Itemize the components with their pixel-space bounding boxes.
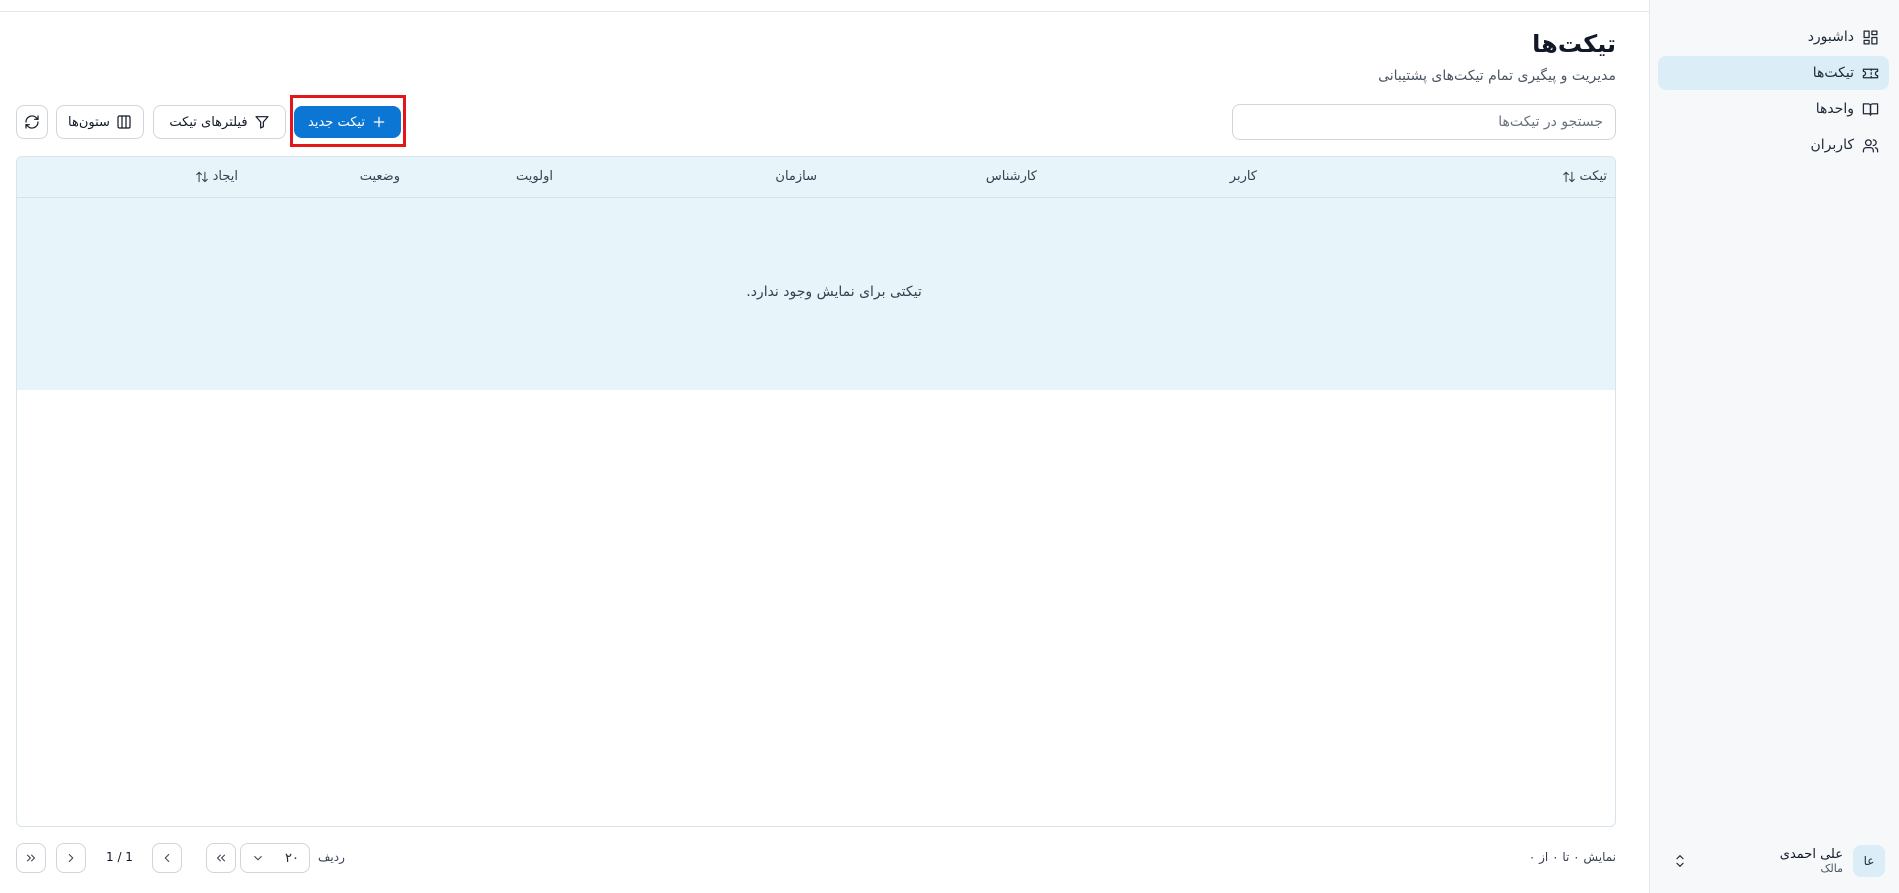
avatar: عا (1853, 845, 1885, 877)
user-name: علی احمدی (1779, 847, 1843, 862)
first-page-button-2[interactable] (206, 843, 236, 873)
chevron-left-icon (164, 853, 170, 863)
page-info: 1 / 1 (106, 850, 133, 864)
page-title: تیکت‌ها (1532, 30, 1616, 58)
book-icon (1862, 102, 1879, 116)
sidebar-item-label: تیکت‌ها (1812, 65, 1854, 81)
sidebar-item-users[interactable]: کاربران (1658, 128, 1889, 162)
sidebar-item-tickets[interactable]: تیکت‌ها (1658, 56, 1889, 90)
sort-icon (195, 171, 208, 182)
column-header-status: وضعیت (359, 169, 400, 184)
refresh-icon (25, 115, 39, 129)
top-bar (0, 0, 1649, 12)
results-summary: نمایش ۰ تا ۰ از ۰ (1528, 850, 1616, 864)
sidebar-nav: داشبورد تیکت‌ها واحدها کاربران (1658, 20, 1889, 164)
ticket-icon (1862, 68, 1879, 78)
sidebar-item-label: داشبورد (1807, 29, 1854, 45)
chevron-down-icon (254, 855, 262, 861)
new-ticket-button[interactable]: تیکت جدید (294, 106, 401, 138)
empty-message: تیکتی برای نمایش وجود ندارد. (746, 284, 922, 300)
sidebar: داشبورد تیکت‌ها واحدها کاربران عا علی اح… (1649, 0, 1899, 893)
column-header-organization: سازمان (775, 169, 817, 184)
page-subtitle: مدیریت و پیگیری تمام تیکت‌های پشتیبانی (1378, 68, 1616, 84)
tickets-table: تیکت کاربر کارشناس سازمان اولویت وضعیت ا… (16, 156, 1616, 827)
refresh-button[interactable] (16, 105, 48, 139)
sidebar-item-units[interactable]: واحدها (1658, 92, 1889, 126)
search-input[interactable] (1232, 104, 1616, 140)
columns-button[interactable]: ستون‌ها (56, 105, 144, 139)
main-content: تیکت‌ها مدیریت و پیگیری تمام تیکت‌های پش… (0, 0, 1649, 893)
last-page-button[interactable] (16, 843, 46, 873)
sidebar-item-label: واحدها (1815, 101, 1854, 117)
column-header-agent: کارشناس (985, 169, 1037, 184)
chevron-right-icon (68, 853, 74, 863)
columns-icon (117, 115, 131, 129)
sidebar-item-label: کاربران (1810, 137, 1854, 153)
column-header-priority: اولویت (516, 169, 553, 184)
plus-icon (373, 116, 385, 128)
chevrons-up-down-icon[interactable] (1672, 853, 1688, 869)
chevrons-left-icon (216, 854, 226, 862)
table-header: تیکت کاربر کارشناس سازمان اولویت وضعیت ا… (17, 157, 1615, 198)
rows-per-page-label: ردیف (318, 850, 345, 864)
dashboard-icon (1863, 29, 1878, 45)
sidebar-item-dashboard[interactable]: داشبورد (1658, 20, 1889, 54)
rows-per-page-select[interactable]: ۲۰ (240, 843, 310, 873)
users-icon (1862, 138, 1879, 153)
column-header-user: کاربر (1229, 169, 1257, 184)
user-menu[interactable]: عا علی احمدی مالک (1658, 841, 1889, 881)
column-header-created[interactable]: ایجاد (195, 169, 238, 184)
next-page-button[interactable] (56, 843, 86, 873)
ticket-filters-button[interactable]: فیلترهای تیکت (153, 105, 286, 139)
filter-icon (254, 116, 269, 129)
user-role: مالک (1820, 862, 1843, 875)
sort-icon (1562, 171, 1575, 182)
column-header-ticket[interactable]: تیکت (1562, 169, 1607, 184)
previous-page-button[interactable] (152, 843, 182, 873)
chevrons-right-icon (26, 854, 36, 862)
